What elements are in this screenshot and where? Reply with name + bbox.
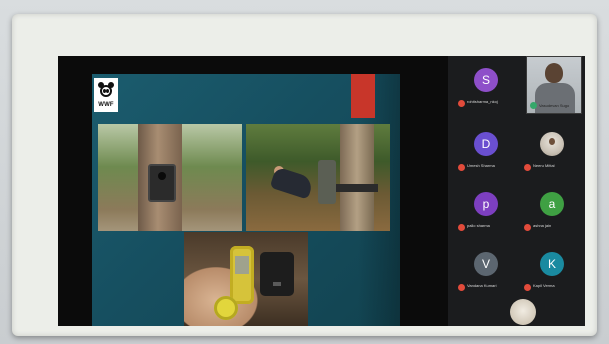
mic-muted-icon <box>458 284 465 291</box>
participant-thumbnail[interactable] <box>510 299 536 325</box>
mic-muted-icon <box>524 224 531 231</box>
panda-icon <box>97 81 115 99</box>
participant-tile[interactable]: p pallo sharma <box>454 180 518 238</box>
mic-muted-icon <box>524 164 531 171</box>
participant-video[interactable]: Vasudevan Sugo <box>526 56 582 114</box>
participant-name: rohitsharma_nkoj <box>467 99 498 104</box>
wwf-logo: WWF <box>94 78 118 112</box>
participant-tile[interactable]: a ashna jain <box>520 180 584 238</box>
mic-muted-icon <box>524 284 531 291</box>
avatar: a <box>540 192 564 216</box>
mic-muted-icon <box>458 224 465 231</box>
mic-on-icon <box>530 102 537 109</box>
participant-name: pallo sharma <box>467 223 490 228</box>
monitor-frame: WWF S rohitsharma_nkoj Vasudevan Sugo D … <box>12 14 597 336</box>
avatar: D <box>474 132 498 156</box>
participant-tile[interactable]: K Kapil Verma <box>520 240 584 298</box>
participant-tile[interactable]: Neeru Mittal <box>520 120 584 178</box>
participant-tile[interactable]: S rohitsharma_nkoj <box>454 56 518 114</box>
meeting-window: WWF S rohitsharma_nkoj Vasudevan Sugo D … <box>58 56 585 326</box>
participants-panel: S rohitsharma_nkoj Vasudevan Sugo D Umes… <box>448 56 585 326</box>
mic-muted-icon <box>458 100 465 107</box>
logo-text: WWF <box>98 102 114 108</box>
avatar: V <box>474 252 498 276</box>
mic-muted-icon <box>458 164 465 171</box>
participant-head <box>545 63 563 83</box>
avatar: S <box>474 68 498 92</box>
participant-name: Neeru Mittal <box>533 163 555 168</box>
avatar: K <box>540 252 564 276</box>
participant-name: ashna jain <box>533 223 552 228</box>
slide-accent-bar <box>351 74 375 118</box>
participant-tile[interactable]: D Umesh Sharma <box>454 120 518 178</box>
participant-name: Vasudevan Sugo <box>539 103 570 108</box>
avatar <box>540 132 564 156</box>
participant-body <box>535 83 575 113</box>
participant-name: Vandana Kumari <box>467 283 497 288</box>
avatar: p <box>474 192 498 216</box>
gps-devices-photo <box>184 232 308 326</box>
participant-name: Kapil Verma <box>533 283 555 288</box>
camera-trap-photo <box>98 124 242 231</box>
participant-name: Umesh Sharma <box>467 163 495 168</box>
field-worker-photo <box>246 124 390 231</box>
participant-tile[interactable]: V Vandana Kumari <box>454 240 518 298</box>
shared-screen: WWF <box>58 56 448 326</box>
